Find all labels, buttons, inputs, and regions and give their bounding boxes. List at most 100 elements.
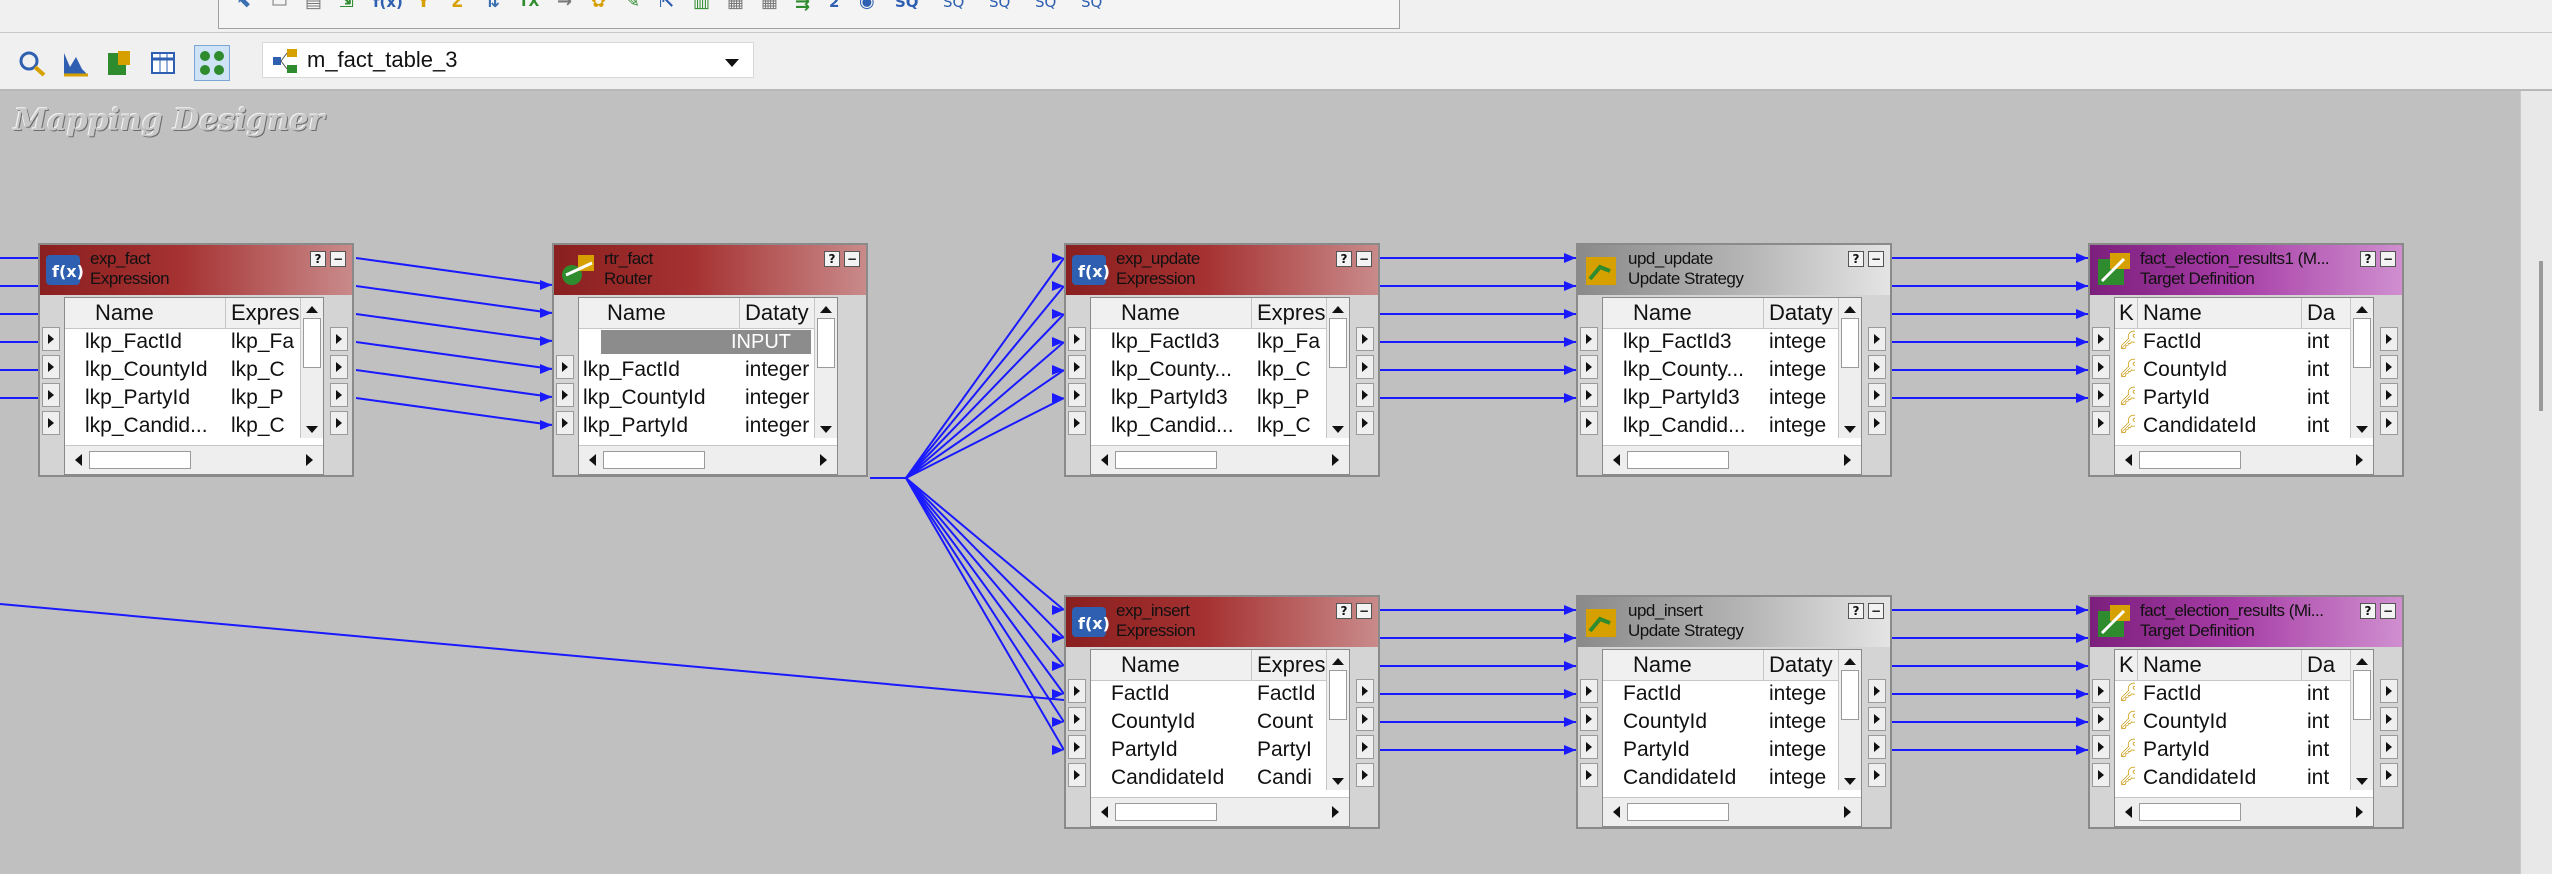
scroll-thumb[interactable] — [1115, 451, 1217, 469]
transformation-rtr-fact[interactable]: rtr_fact Router? − Name Dataty INPUT lkp_FactI… — [552, 243, 868, 477]
scroll-down-icon[interactable] — [306, 426, 318, 433]
transformation-header[interactable]: fact_election_results (Mi... Target Defin… — [2090, 597, 2402, 647]
port-grid[interactable]: Name Expres lkp_FactId3 lkp_Fa lkp_County...… — [1090, 297, 1350, 475]
name-column-header[interactable]: Name — [95, 300, 225, 328]
minimize-icon[interactable]: − — [2380, 603, 2396, 619]
input-port[interactable] — [2092, 327, 2110, 351]
scroll-right-icon[interactable] — [820, 454, 827, 466]
minimize-icon[interactable]: − — [330, 251, 346, 267]
scroll-thumb[interactable] — [1627, 803, 1729, 821]
filter-icon[interactable]: Y — [417, 0, 430, 12]
scroll-up-icon[interactable] — [1332, 306, 1344, 313]
output-port[interactable] — [2380, 707, 2398, 731]
name-column-header[interactable]: Name — [1633, 652, 1763, 680]
arrange-icon[interactable] — [58, 45, 94, 81]
table-row[interactable]: lkp_FactId lkp_Fa — [65, 328, 323, 356]
input-port[interactable] — [1580, 707, 1598, 731]
help-icon[interactable]: ? — [824, 251, 840, 267]
table-row[interactable]: 🔑︎ CandidateId int — [2115, 412, 2373, 440]
scroll-thumb[interactable] — [1841, 670, 1859, 720]
scroll-right-icon[interactable] — [1844, 806, 1851, 818]
table-row[interactable]: CandidateId Candi — [1091, 764, 1349, 792]
expression-column-header[interactable]: Expres — [1257, 652, 1327, 680]
scroll-thumb[interactable] — [2539, 261, 2543, 411]
scroll-thumb[interactable] — [2139, 451, 2241, 469]
grid-vertical-scrollbar[interactable] — [1326, 298, 1349, 438]
port-grid[interactable]: Name Expres lkp_FactId lkp_Fa lkp_CountyId lk… — [64, 297, 324, 475]
datatype-column-header[interactable]: Dataty — [745, 300, 815, 328]
transformation-exp-update[interactable]: f(x) exp_update Expression? − Name Expres lkp_… — [1064, 243, 1380, 477]
input-port[interactable] — [1068, 327, 1086, 351]
input-port[interactable] — [1068, 411, 1086, 435]
input-port[interactable] — [1068, 383, 1086, 407]
table-row[interactable]: lkp_PartyId3 lkp_P — [1091, 384, 1349, 412]
sql-icon-4[interactable]: SQ — [1035, 0, 1056, 12]
datatype-column-header[interactable]: Dataty — [1769, 300, 1839, 328]
refresh-icon[interactable]: ◉ — [859, 0, 875, 12]
grid-horizontal-scrollbar[interactable] — [65, 445, 323, 474]
bar-icon[interactable]: ▥ — [693, 0, 710, 12]
input-port[interactable] — [1580, 679, 1598, 703]
gear-icon[interactable]: ✿ — [591, 0, 606, 12]
input-port[interactable] — [42, 383, 60, 407]
output-port[interactable] — [1868, 411, 1886, 435]
scroll-right-icon[interactable] — [1332, 454, 1339, 466]
table-row[interactable]: lkp_CountyId lkp_C — [65, 356, 323, 384]
scroll-right-icon[interactable] — [2356, 806, 2363, 818]
scroll-right-icon[interactable] — [306, 454, 313, 466]
grid-horizontal-scrollbar[interactable] — [2115, 445, 2373, 474]
table-row[interactable]: lkp_FactId3 lkp_Fa — [1091, 328, 1349, 356]
scroll-thumb[interactable] — [817, 318, 835, 368]
help-icon[interactable]: ? — [310, 251, 326, 267]
rank-icon[interactable]: 2 — [829, 0, 839, 12]
sql-icon-2[interactable]: SQ — [943, 0, 964, 12]
tx-icon[interactable]: TX — [519, 0, 539, 12]
select-icon[interactable]: ▭ — [271, 0, 288, 12]
help-icon[interactable]: ? — [1848, 603, 1864, 619]
minimize-icon[interactable]: − — [1356, 603, 1372, 619]
table-row[interactable]: 🔑︎ FactId int — [2115, 328, 2373, 356]
grid-vertical-scrollbar[interactable] — [2350, 298, 2373, 438]
input-port[interactable] — [556, 383, 574, 407]
transformation-header[interactable]: f(x) exp_update Expression? − — [1066, 245, 1378, 295]
scroll-thumb[interactable] — [2353, 670, 2371, 720]
scroll-left-icon[interactable] — [1613, 454, 1620, 466]
input-port[interactable] — [2092, 763, 2110, 787]
pointer-icon[interactable]: ⬉ — [237, 0, 252, 12]
grid-icon[interactable]: ▦ — [727, 0, 744, 12]
scroll-down-icon[interactable] — [1844, 426, 1856, 433]
scroll-left-icon[interactable] — [75, 454, 82, 466]
datatype-column-header[interactable]: Dataty — [1769, 652, 1839, 680]
transformation-fact-target2[interactable]: fact_election_results (Mi... Target Defin… — [2088, 595, 2404, 829]
scroll-down-icon[interactable] — [2356, 426, 2368, 433]
transformation-upd-insert[interactable]: upd_insert Update Strategy? − Name Dataty Fac… — [1576, 595, 1892, 829]
minimize-icon[interactable]: − — [1868, 603, 1884, 619]
input-port[interactable] — [556, 411, 574, 435]
output-port[interactable] — [330, 411, 348, 435]
port-grid[interactable]: Name Expres FactId FactId CountyId Count Party… — [1090, 649, 1350, 827]
table-row[interactable]: FactId intege — [1603, 680, 1861, 708]
sum-icon[interactable]: ⇶ — [795, 0, 810, 12]
scroll-up-icon[interactable] — [820, 306, 832, 313]
transformation-fact-target1[interactable]: fact_election_results1 (M... Target Defin… — [2088, 243, 2404, 477]
table-row[interactable]: lkp_PartyId integer — [579, 412, 837, 440]
scroll-thumb[interactable] — [1627, 451, 1729, 469]
name-column-header[interactable]: Name — [607, 300, 737, 328]
output-port[interactable] — [1356, 735, 1374, 759]
grid-horizontal-scrollbar[interactable] — [1603, 445, 1861, 474]
name-column-header[interactable]: Name — [2143, 652, 2273, 680]
scroll-left-icon[interactable] — [1101, 806, 1108, 818]
grid-horizontal-scrollbar[interactable] — [579, 445, 837, 474]
output-port[interactable] — [330, 327, 348, 351]
sort-icon[interactable]: ⇅ — [485, 0, 500, 12]
scroll-down-icon[interactable] — [1844, 778, 1856, 785]
stack-icon[interactable]: ▦ — [761, 0, 778, 12]
scroll-left-icon[interactable] — [1613, 806, 1620, 818]
find-icon[interactable] — [14, 45, 50, 81]
scroll-up-icon[interactable] — [1844, 306, 1856, 313]
transformation-header[interactable]: f(x) exp_insert Expression? − — [1066, 597, 1378, 647]
table-row[interactable]: lkp_Candid... intege — [1603, 412, 1861, 440]
input-port[interactable] — [1068, 735, 1086, 759]
connect-icon[interactable]: ✎ — [625, 0, 640, 12]
scroll-up-icon[interactable] — [2356, 306, 2368, 313]
